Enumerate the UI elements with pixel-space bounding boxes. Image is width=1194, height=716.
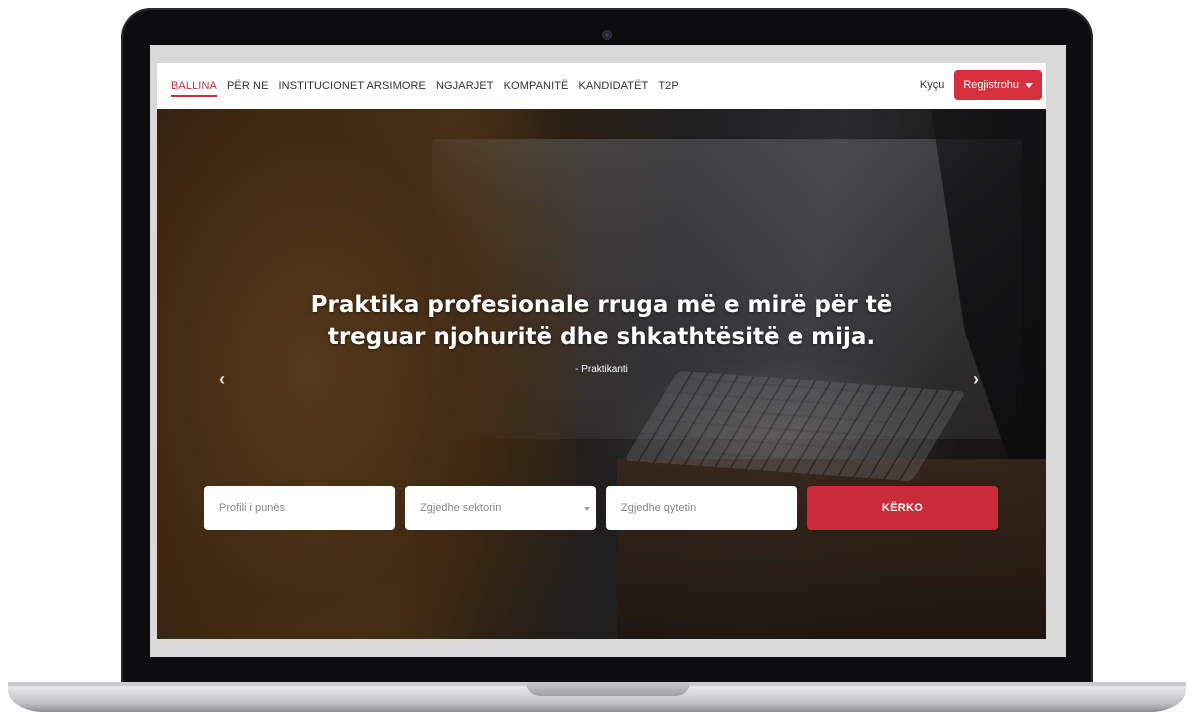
hero-quote-author: - Praktikanti: [575, 364, 628, 375]
navbar: BALLINA PËR NE INSTITUCIONET ARSIMORE NG…: [157, 63, 1046, 109]
profile-field: [204, 486, 395, 530]
job-search-form: Zgjedhe sektorin KËRKO: [204, 486, 998, 530]
chevron-down-icon: [584, 507, 590, 511]
web-page: BALLINA PËR NE INSTITUCIONET ARSIMORE NG…: [157, 63, 1046, 639]
nav-auth: Kyçu Regjistrohu: [920, 70, 1042, 100]
nav-link-institucionet[interactable]: INSTITUCIONET ARSIMORE: [279, 63, 426, 109]
camera-icon: [602, 30, 612, 40]
hero-quote: Praktika profesionale rruga më e mirë pë…: [157, 289, 1046, 353]
profile-input[interactable]: [204, 501, 381, 515]
nav-link-ngjarjet[interactable]: NGJARJET: [436, 63, 494, 109]
sector-select-value: Zgjedhe sektorin: [420, 502, 502, 514]
chevron-down-icon: [1025, 82, 1033, 88]
city-input[interactable]: [606, 501, 783, 515]
laptop-screen: BALLINA PËR NE INSTITUCIONET ARSIMORE NG…: [150, 45, 1066, 657]
login-link[interactable]: Kyçu: [920, 79, 944, 91]
hero-quote-line2: treguar njohuritë dhe shkathtësitë e mij…: [327, 324, 876, 350]
nav-link-kandidatet[interactable]: KANDIDATËT: [579, 63, 649, 109]
sector-select[interactable]: Zgjedhe sektorin: [405, 486, 596, 530]
city-field: [606, 486, 797, 530]
carousel-next-icon[interactable]: ›: [973, 369, 979, 390]
laptop-notch: [526, 682, 690, 696]
search-button[interactable]: KËRKO: [807, 486, 998, 530]
hero-carousel: Praktika profesionale rruga më e mirë pë…: [157, 109, 1046, 639]
nav-link-ballina[interactable]: BALLINA: [171, 63, 217, 109]
register-label: Regjistrohu: [963, 79, 1019, 91]
carousel-prev-icon[interactable]: ‹: [219, 369, 225, 390]
hero-quote-line1: Praktika profesionale rruga më e mirë pë…: [310, 292, 893, 318]
register-button[interactable]: Regjistrohu: [954, 70, 1042, 100]
nav-link-t2p[interactable]: T2P: [658, 63, 678, 109]
nav-links: BALLINA PËR NE INSTITUCIONET ARSIMORE NG…: [171, 63, 689, 109]
nav-link-kompanite[interactable]: KOMPANITË: [504, 63, 569, 109]
nav-link-per-ne[interactable]: PËR NE: [227, 63, 269, 109]
